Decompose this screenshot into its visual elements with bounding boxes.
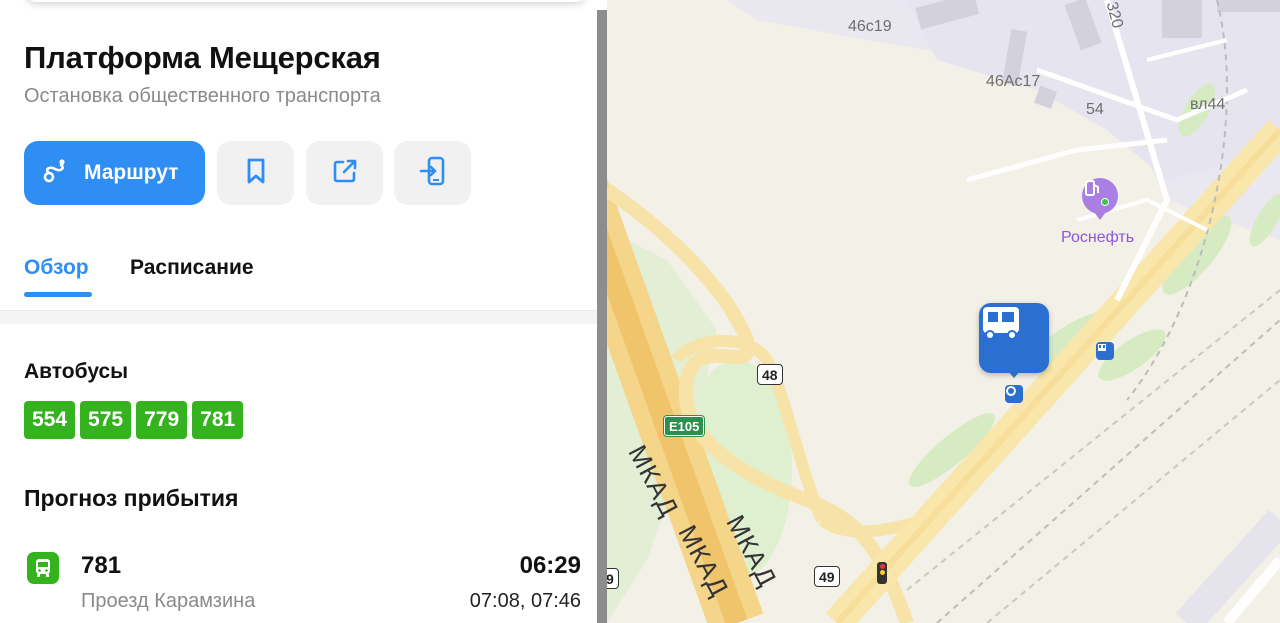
gas-station-icon[interactable]	[1082, 178, 1118, 214]
buses-heading: Автобусы	[24, 360, 129, 383]
bus-route-chip[interactable]: 779	[136, 401, 188, 439]
bus-route-list: 554 575 779 781	[24, 401, 244, 439]
panel-scrollbar[interactable]	[597, 10, 607, 623]
poi-pin-tail	[1094, 212, 1106, 220]
bus-stop-marker-icon[interactable]	[1005, 385, 1023, 403]
forecast-arrival-time: 06:29	[519, 552, 581, 579]
send-to-phone-button[interactable]	[394, 141, 471, 205]
active-tab-indicator	[24, 292, 92, 297]
traffic-light-icon	[877, 562, 887, 584]
panel-top-edge	[26, 0, 586, 2]
bookmark-icon	[243, 157, 269, 190]
tab-schedule[interactable]: Расписание	[130, 256, 254, 280]
road-number-shield: 9	[607, 568, 619, 589]
route-button[interactable]: Маршрут	[24, 141, 205, 205]
route-button-label: Маршрут	[84, 161, 179, 184]
forecast-heading: Прогноз прибытия	[24, 485, 239, 511]
map-view[interactable]: 46с19 46Ас17 54 вл44 320 Роснефть 48 49 …	[607, 0, 1280, 623]
page-title: Платформа Мещерская	[24, 40, 381, 75]
bus-route-chip[interactable]: 554	[24, 401, 76, 439]
stop-info-panel: Платформа Мещерская Остановка общественн…	[0, 0, 607, 623]
bus-route-chip[interactable]: 575	[80, 401, 132, 439]
tab-overview[interactable]: Обзор	[24, 256, 89, 280]
map-building-label: вл44	[1190, 96, 1226, 113]
bookmark-button[interactable]	[217, 141, 294, 205]
euro-route-shield: E105	[662, 415, 706, 437]
page-subtitle: Остановка общественного транспорта	[24, 85, 381, 107]
tram-stop-marker-icon[interactable]	[1096, 342, 1114, 360]
road-number-shield: 48	[757, 364, 783, 385]
map-building-label: 46с19	[848, 18, 892, 35]
forecast-route-number[interactable]: 781	[81, 552, 121, 580]
map-building-label: 46Ас17	[986, 73, 1041, 90]
bus-route-chip[interactable]: 781	[192, 401, 244, 439]
share-button[interactable]	[306, 141, 383, 205]
map-building-label: 54	[1086, 101, 1104, 118]
map-base	[607, 0, 1280, 623]
selected-stop-pin[interactable]	[979, 303, 1049, 373]
road-number-shield: 49	[814, 566, 840, 587]
route-icon	[40, 156, 70, 191]
send-to-phone-icon	[418, 155, 448, 192]
bus-stop-icon	[983, 307, 1019, 340]
selected-stop-pin-tail	[1007, 370, 1021, 378]
share-icon	[331, 157, 359, 190]
poi-label[interactable]: Роснефть	[1061, 229, 1134, 247]
section-divider	[0, 310, 597, 324]
forecast-route-destination: Проезд Карамзина	[81, 590, 256, 612]
poi-open-indicator	[1101, 198, 1109, 206]
forecast-next-arrivals: 07:08, 07:46	[469, 590, 581, 612]
bus-icon	[27, 552, 59, 584]
